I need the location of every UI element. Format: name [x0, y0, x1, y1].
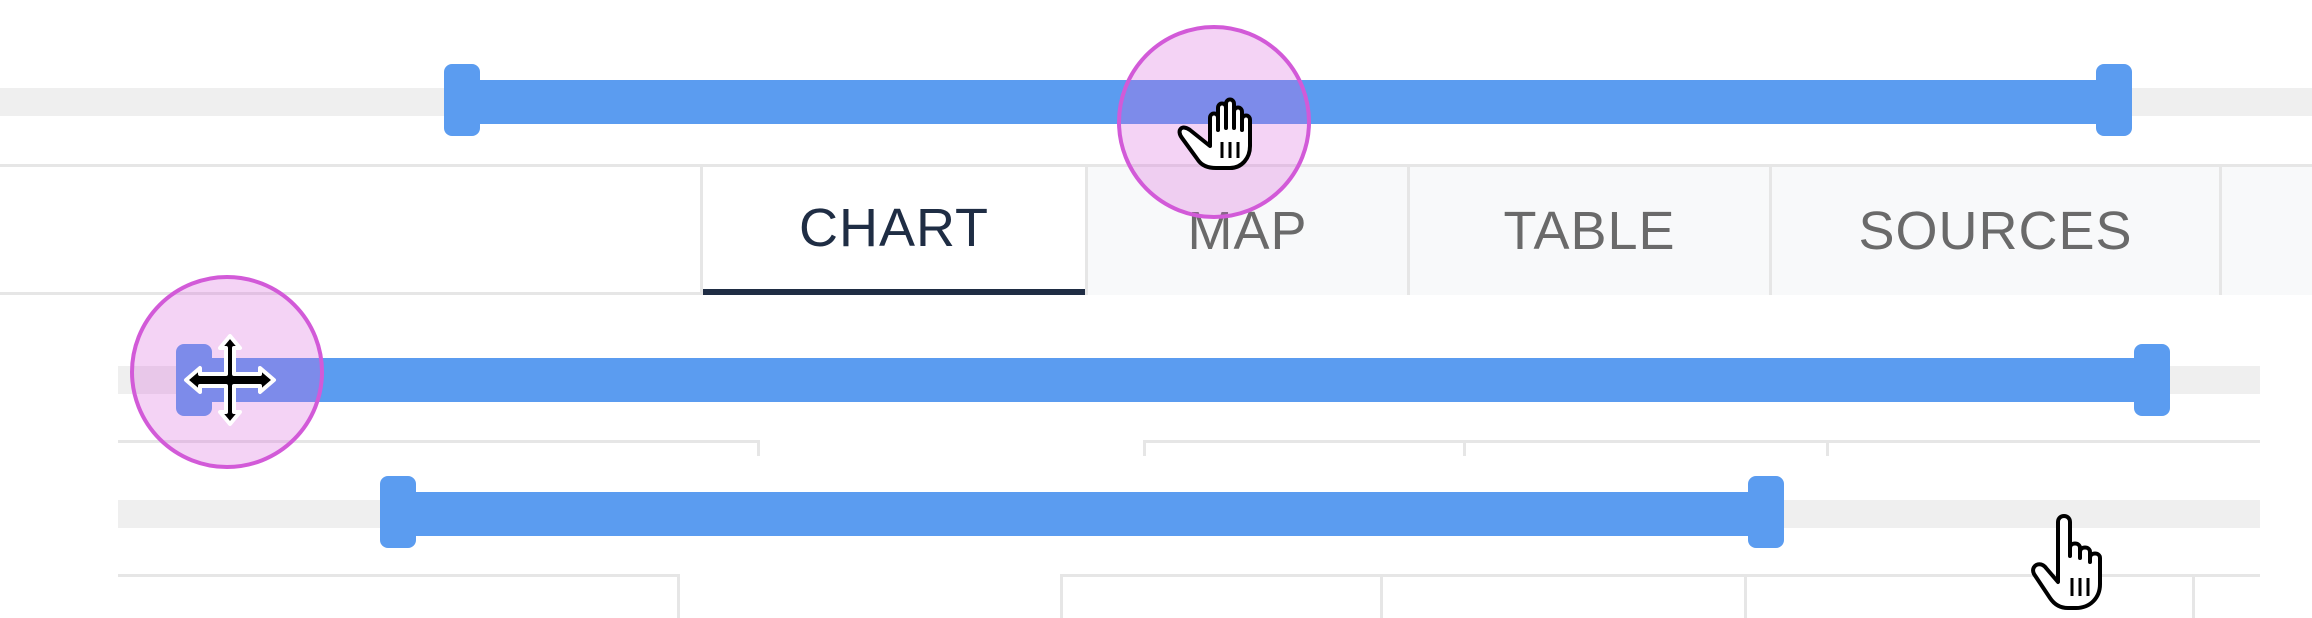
ghost-bottom-divider-1 — [677, 574, 680, 618]
grab-hand-icon — [1177, 97, 1252, 170]
tab-chart-label: CHART — [798, 198, 990, 258]
ghost-bottom-divider-4 — [1744, 574, 1747, 618]
ghost-tab-border-right — [1143, 440, 2260, 443]
middle-timeline-range[interactable] — [190, 358, 2155, 402]
middle-timeline-end-handle[interactable] — [2134, 344, 2170, 416]
tab-table-label: TABLE — [1503, 201, 1676, 261]
ghost-tab-divider-1 — [757, 440, 760, 456]
tab-table[interactable]: TABLE — [1407, 167, 1769, 295]
ghost-bottom-divider-2 — [1060, 574, 1063, 618]
ghost-tab-divider-3 — [1463, 440, 1466, 456]
move-cross-icon — [184, 334, 276, 426]
ghost-bottom-border-left — [118, 574, 680, 577]
tab-sources-label: SOURCES — [1858, 201, 2133, 261]
bottom-timeline-range[interactable] — [398, 492, 1766, 536]
pointer-hand-icon — [2031, 514, 2102, 610]
bottom-timeline-end-handle[interactable] — [1748, 476, 1784, 548]
tab-extra[interactable] — [2219, 167, 2312, 295]
bottom-timeline-start-handle[interactable] — [380, 476, 416, 548]
ghost-tab-divider-2 — [1143, 440, 1146, 456]
ghost-bottom-divider-3 — [1380, 574, 1383, 618]
tab-sources[interactable]: SOURCES — [1769, 167, 2219, 295]
top-timeline-start-handle[interactable] — [444, 64, 480, 136]
top-timeline-end-handle[interactable] — [2096, 64, 2132, 136]
ghost-bottom-divider-5 — [2192, 574, 2195, 618]
ghost-tab-divider-4 — [1826, 440, 1829, 456]
tab-chart[interactable]: CHART — [703, 167, 1085, 295]
